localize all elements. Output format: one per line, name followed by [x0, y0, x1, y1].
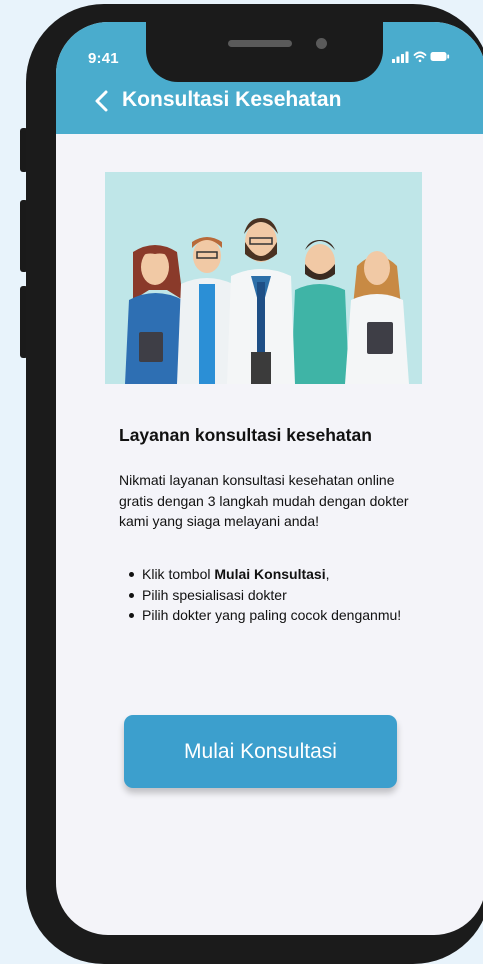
doctor-figure	[125, 245, 187, 384]
speaker-grille	[228, 40, 292, 47]
doctors-illustration	[105, 172, 422, 384]
doctor-figure	[345, 251, 409, 384]
app-header: 9:41 Konsultasi Kesehatan	[56, 22, 483, 134]
signal-icon	[392, 51, 409, 63]
step-suffix: ,	[325, 566, 330, 582]
wifi-icon	[413, 51, 427, 63]
chevron-left-icon	[95, 90, 108, 112]
step-text: Pilih spesialisasi dokter	[142, 586, 287, 603]
status-time: 9:41	[88, 50, 119, 67]
start-consultation-button[interactable]: Mulai Konsultasi	[124, 715, 397, 788]
step-bold-text: Mulai Konsultasi	[214, 566, 326, 582]
steps-list: Klik tombol Mulai Konsultasi, Pilih spes…	[126, 564, 416, 626]
section-heading: Layanan konsultasi kesehatan	[119, 425, 372, 445]
list-item: Pilih dokter yang paling cocok denganmu!	[126, 605, 416, 626]
battery-icon	[430, 52, 450, 61]
description-text: Nikmati layanan konsultasi kesehatan onl…	[119, 472, 409, 529]
front-camera	[316, 38, 327, 49]
status-icons	[392, 50, 450, 69]
doctor-figure	[227, 218, 295, 384]
list-item: Klik tombol Mulai Konsultasi,	[126, 564, 416, 585]
back-button[interactable]	[88, 86, 118, 116]
step-text: Klik tombol	[142, 566, 215, 582]
doctor-figure	[291, 240, 349, 384]
phone-screen: 9:41 Konsultasi Kesehatan Layanan konsul…	[56, 22, 483, 935]
list-item: Pilih spesialisasi dokter	[126, 585, 416, 606]
page-title: Konsultasi Kesehatan	[122, 88, 342, 111]
notch	[146, 22, 383, 82]
step-text: Pilih dokter yang paling cocok denganmu!	[142, 607, 402, 623]
